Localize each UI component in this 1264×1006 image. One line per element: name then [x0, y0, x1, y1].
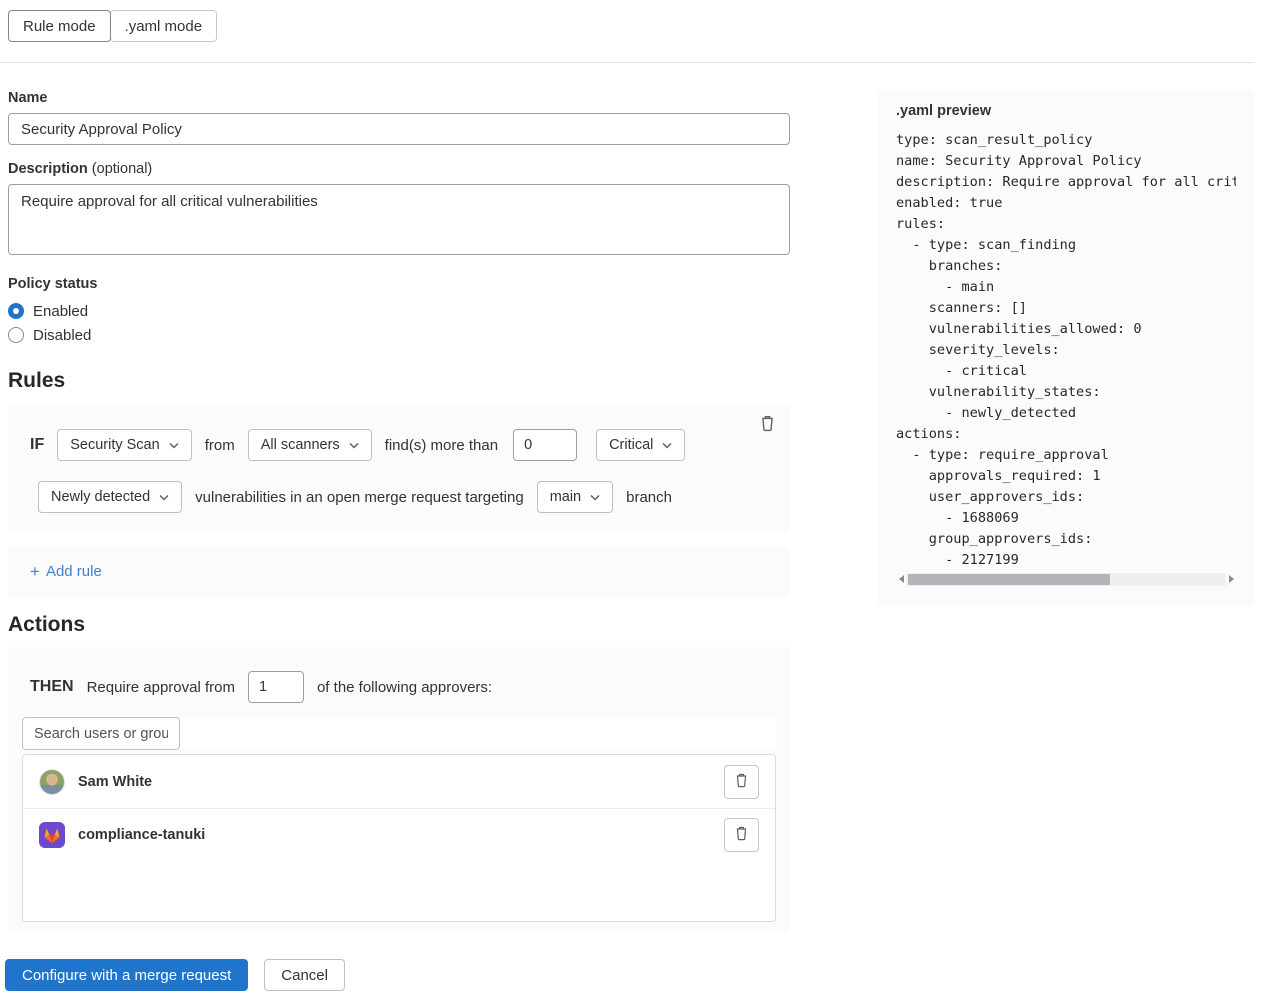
add-rule-section: + Add rule	[8, 546, 790, 597]
description-label: Description (optional)	[8, 161, 790, 177]
approver-name: Sam White	[78, 774, 152, 790]
scroll-left-arrow-icon[interactable]	[896, 572, 906, 586]
scrollbar-track[interactable]	[906, 573, 1226, 586]
avatar	[39, 769, 65, 795]
approver-row-compliance-tanuki: compliance-tanuki	[23, 808, 775, 861]
remove-approver-button[interactable]	[724, 765, 759, 799]
branch-dropdown[interactable]: main	[537, 481, 613, 513]
severity-value: Critical	[609, 437, 653, 453]
rule-card: IF Security Scan from All scanners find(…	[8, 405, 790, 532]
radio-unchecked-icon[interactable]	[8, 327, 24, 343]
cancel-button[interactable]: Cancel	[264, 959, 345, 991]
trash-icon	[734, 773, 749, 791]
scanners-value: All scanners	[261, 437, 340, 453]
add-rule-label: Add rule	[46, 563, 102, 580]
tab-yaml-mode[interactable]: .yaml mode	[110, 10, 218, 42]
if-label: IF	[30, 436, 44, 454]
scan-type-dropdown[interactable]: Security Scan	[57, 429, 191, 461]
policy-editor-page: Rule mode .yaml mode Name Description (o…	[0, 0, 1264, 1006]
rules-heading: Rules	[8, 369, 790, 393]
approvals-required-input[interactable]	[248, 671, 304, 703]
chevron-down-icon	[662, 437, 672, 453]
yaml-code: type: scan_result_policy name: Security …	[896, 130, 1236, 571]
divider	[0, 62, 1254, 63]
search-users-groups-input[interactable]	[22, 717, 180, 750]
description-textarea[interactable]: Require approval for all critical vulner…	[8, 184, 790, 255]
rule-row-1: IF Security Scan from All scanners find(…	[30, 429, 774, 461]
mode-tabs: Rule mode .yaml mode	[8, 10, 217, 42]
from-text: from	[205, 437, 235, 454]
vulnerabilities-count-input[interactable]	[513, 429, 577, 461]
chevron-down-icon	[159, 489, 169, 505]
chevron-down-icon	[590, 489, 600, 505]
policy-form: Name Description (optional) Require appr…	[8, 90, 790, 991]
yaml-preview-title: .yaml preview	[896, 103, 1236, 119]
plus-icon: +	[30, 562, 40, 582]
approver-row-sam-white: Sam White	[23, 755, 775, 808]
status-radio-disabled[interactable]: Disabled	[8, 325, 790, 345]
scanners-dropdown[interactable]: All scanners	[248, 429, 372, 461]
delete-rule-button[interactable]	[757, 413, 778, 434]
scroll-right-arrow-icon[interactable]	[1226, 572, 1236, 586]
name-label: Name	[8, 90, 790, 106]
status-radio-enabled[interactable]: Enabled	[8, 301, 790, 321]
action-row: THEN Require approval from of the follow…	[22, 671, 776, 703]
rule-row-2: Newly detected vulnerabilities in an ope…	[38, 481, 774, 513]
vulnerability-state-dropdown[interactable]: Newly detected	[38, 481, 182, 513]
scrollbar-thumb[interactable]	[908, 574, 1110, 585]
approver-name: compliance-tanuki	[78, 827, 205, 843]
remove-approver-button[interactable]	[724, 818, 759, 852]
name-input[interactable]	[8, 113, 790, 145]
horizontal-scrollbar[interactable]	[896, 572, 1236, 586]
policy-status-label: Policy status	[8, 276, 790, 292]
trash-icon	[759, 420, 776, 435]
configure-merge-request-button[interactable]: Configure with a merge request	[5, 959, 248, 991]
following-approvers-text: of the following approvers:	[317, 679, 492, 696]
branch-value: main	[550, 489, 581, 505]
trash-icon	[734, 826, 749, 844]
yaml-preview-panel: .yaml preview type: scan_result_policy n…	[878, 90, 1254, 606]
scan-type-value: Security Scan	[70, 437, 159, 453]
add-rule-button[interactable]: + Add rule	[30, 562, 102, 582]
chevron-down-icon	[349, 437, 359, 453]
radio-checked-icon[interactable]	[8, 303, 24, 319]
branch-text: branch	[626, 489, 672, 506]
chevron-down-icon	[169, 437, 179, 453]
approver-search-bar	[22, 717, 776, 750]
status-disabled-label: Disabled	[33, 327, 91, 344]
tab-rule-mode[interactable]: Rule mode	[8, 10, 111, 42]
form-footer: Configure with a merge request Cancel	[5, 959, 790, 991]
state-value: Newly detected	[51, 489, 150, 505]
targeting-text: vulnerabilities in an open merge request…	[195, 489, 524, 506]
actions-heading: Actions	[8, 613, 790, 637]
description-optional-text: (optional)	[92, 161, 152, 177]
finds-more-than-text: find(s) more than	[385, 437, 498, 454]
action-card: THEN Require approval from of the follow…	[8, 647, 790, 932]
approver-list: Sam White	[22, 754, 776, 922]
status-enabled-label: Enabled	[33, 303, 88, 320]
description-label-text: Description	[8, 161, 88, 177]
then-label: THEN	[30, 678, 74, 696]
severity-dropdown[interactable]: Critical	[596, 429, 685, 461]
require-approval-text: Require approval from	[87, 679, 235, 696]
avatar	[39, 822, 65, 848]
